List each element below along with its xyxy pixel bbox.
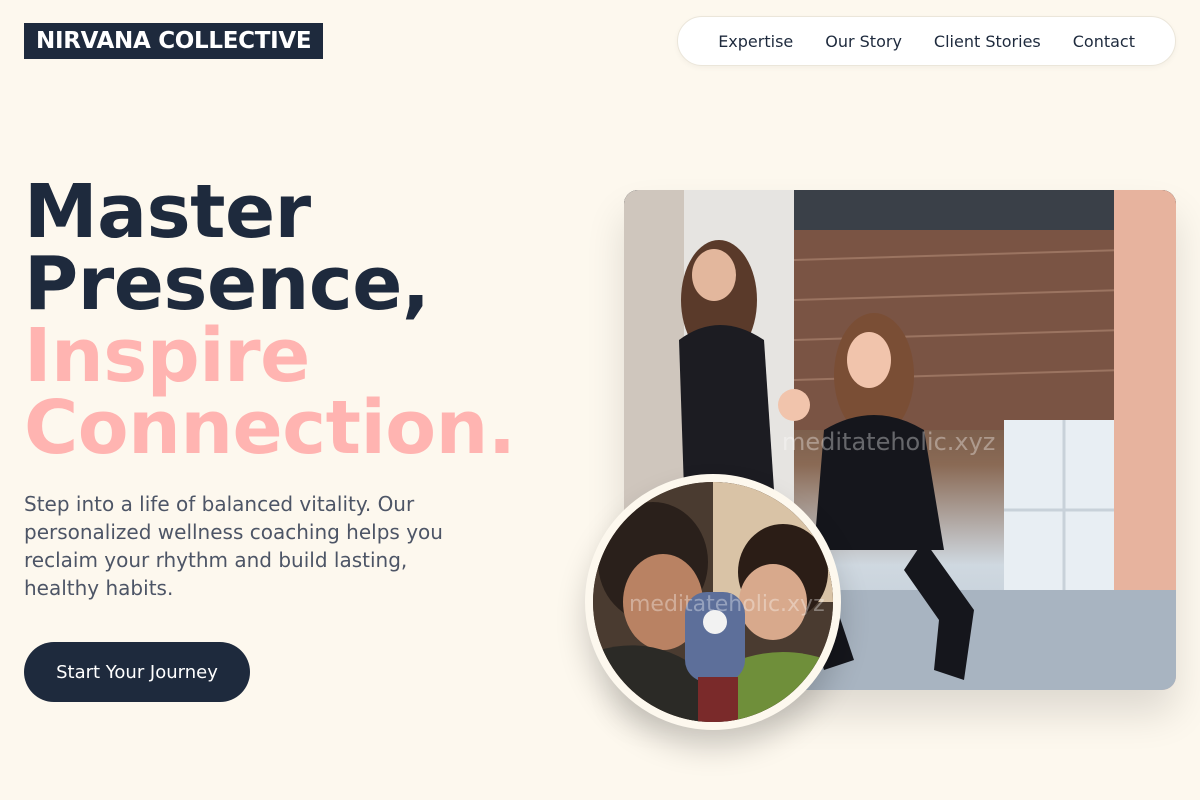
circle-photo-watermark: meditateholic.xyz	[629, 592, 825, 617]
main-photo-watermark: meditateholic.xyz	[782, 428, 996, 456]
nav-item-expertise[interactable]: Expertise	[718, 32, 793, 51]
headline-line-4: Connection.	[24, 385, 516, 471]
headline-line-3: Inspire	[24, 313, 310, 399]
nav-item-client-stories[interactable]: Client Stories	[934, 32, 1041, 51]
hero-headline: Master Presence, Inspire Connection.	[24, 169, 516, 471]
headline-line-2: Presence,	[24, 241, 430, 327]
nav-item-contact[interactable]: Contact	[1073, 32, 1135, 51]
headline-line-1: Master	[24, 169, 311, 255]
page: NIRVANA COLLECTIVE Expertise Our Story C…	[0, 0, 1200, 800]
main-nav: Expertise Our Story Client Stories Conta…	[677, 16, 1176, 66]
hero-photo-boxing: meditateholic.xyz	[585, 474, 841, 730]
start-journey-button[interactable]: Start Your Journey	[24, 642, 250, 702]
hero-description: Step into a life of balanced vitality. O…	[24, 492, 443, 600]
nav-item-our-story[interactable]: Our Story	[825, 32, 902, 51]
brand-logo[interactable]: NIRVANA COLLECTIVE	[24, 23, 324, 59]
